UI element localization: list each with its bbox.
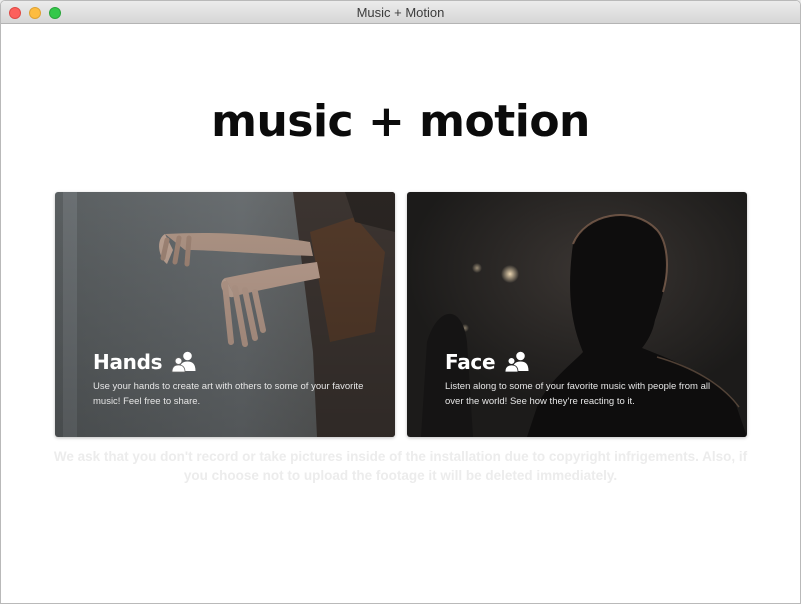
hands-card[interactable]: Hands Use your hands to create art with … [55,192,395,437]
page-title: music + motion [211,96,590,147]
hands-card-heading: Hands [93,348,379,376]
window-title: Music + Motion [356,5,445,20]
face-card-text: Face Listen along to some of your favori… [445,348,731,409]
hands-card-title: Hands [93,350,163,374]
hands-card-description: Use your hands to create art with others… [93,381,364,407]
hands-card-text: Hands Use your hands to create art with … [93,348,379,409]
people-icon [504,351,529,373]
app-window: Music + Motion music + motion Hands Use … [0,0,801,604]
main-content: music + motion Hands Use your hands to c… [1,24,800,603]
face-card-heading: Face [445,348,731,376]
face-card-title: Face [445,350,496,374]
people-icon [171,351,196,373]
face-card-description: Listen along to some of your favorite mu… [445,381,711,407]
recording-notice: We ask that you don't record or take pic… [53,449,748,483]
face-card[interactable]: Face Listen along to some of your favori… [407,192,747,437]
title-bar[interactable]: Music + Motion [1,1,800,24]
